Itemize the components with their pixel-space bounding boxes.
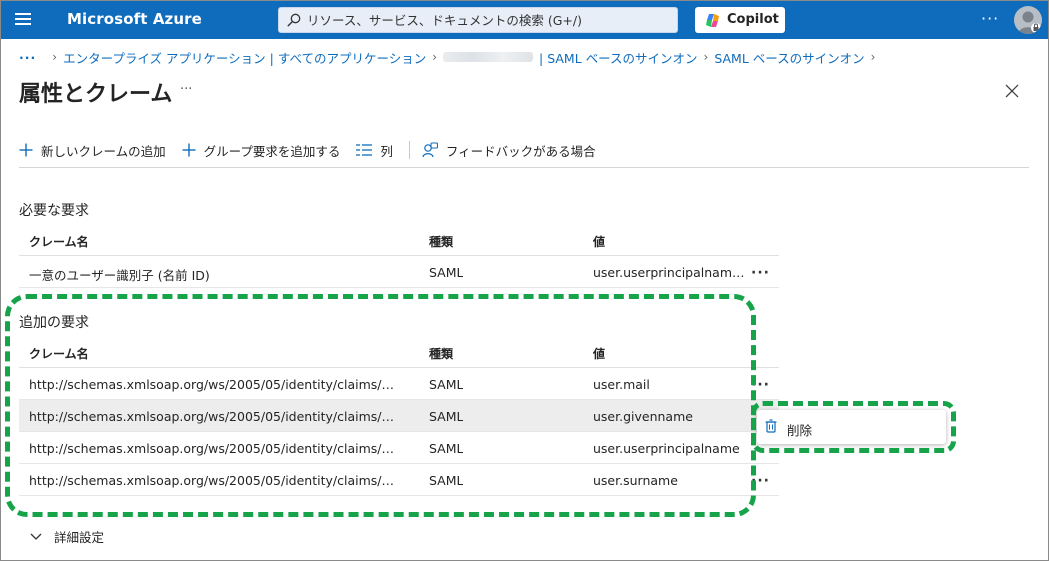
claim-value-cell: user.givenname bbox=[593, 409, 693, 424]
add-group-claim-button[interactable]: グループ要求を追加する bbox=[182, 141, 341, 160]
claim-name-cell: 一意のユーザー識別子 (名前 ID) bbox=[29, 268, 210, 283]
chevron-down-icon bbox=[30, 533, 42, 540]
title-more-button[interactable]: ··· bbox=[180, 82, 192, 97]
claim-value-cell: user.mail bbox=[593, 377, 650, 392]
header-claim-name[interactable]: クレーム名 bbox=[29, 233, 419, 250]
claim-type-cell: SAML bbox=[429, 441, 464, 456]
breadcrumb-app-saml[interactable]: | SAML ベースのサインオン bbox=[539, 48, 698, 67]
additional-claims-heading: 追加の要求 bbox=[19, 315, 89, 331]
close-icon[interactable] bbox=[1004, 83, 1020, 99]
breadcrumb-enterprise-apps[interactable]: エンタープライズ アプリケーション | すべてのアプリケーション bbox=[63, 48, 426, 67]
claim-value-cell: user.userprincipalnam… bbox=[593, 265, 745, 280]
copilot-label: Copilot bbox=[727, 12, 779, 27]
header-type[interactable]: 種類 bbox=[429, 345, 453, 362]
claim-name-cell: http://schemas.xmlsoap.org/ws/2005/05/id… bbox=[29, 441, 394, 456]
columns-button[interactable]: 列 bbox=[356, 141, 393, 160]
plus-icon bbox=[19, 143, 33, 157]
delete-menu-item[interactable]: 削除 bbox=[757, 410, 946, 444]
add-group-claim-label: グループ要求を追加する bbox=[203, 143, 341, 159]
copilot-button[interactable]: Copilot bbox=[695, 7, 785, 33]
command-bar: 新しいクレームの追加 グループ要求を追加する 列 フィードバックがある場合 bbox=[19, 138, 612, 162]
breadcrumb-saml-signon[interactable]: SAML ベースのサインオン bbox=[714, 48, 864, 67]
delete-label: 削除 bbox=[787, 423, 813, 438]
header-type[interactable]: 種類 bbox=[429, 233, 453, 250]
avatar[interactable] bbox=[1014, 6, 1042, 34]
row-context-menu: 削除 bbox=[757, 410, 946, 444]
table-row-selected[interactable]: http://schemas.xmlsoap.org/ws/2005/05/id… bbox=[19, 400, 779, 432]
copilot-icon bbox=[706, 14, 719, 27]
required-claims-heading: 必要な要求 bbox=[19, 203, 89, 219]
breadcrumb-overflow[interactable]: ··· bbox=[19, 50, 36, 65]
row-more-button[interactable]: ··· bbox=[751, 265, 770, 281]
search-input[interactable] bbox=[307, 10, 667, 30]
claim-value-cell: user.userprincipalname bbox=[593, 441, 740, 456]
claim-value-cell: user.surname bbox=[593, 473, 678, 488]
chevron-right-icon: › bbox=[703, 50, 709, 64]
row-more-button[interactable]: ··· bbox=[751, 377, 770, 393]
table-row[interactable]: 一意のユーザー識別子 (名前 ID) SAML user.userprincip… bbox=[19, 256, 779, 288]
claim-type-cell: SAML bbox=[429, 473, 464, 488]
global-search[interactable] bbox=[278, 7, 678, 33]
add-claim-button[interactable]: 新しいクレームの追加 bbox=[19, 141, 166, 160]
claim-type-cell: SAML bbox=[429, 377, 464, 392]
header-value[interactable]: 値 bbox=[593, 233, 749, 250]
page-title: 属性とクレーム bbox=[19, 82, 173, 107]
claim-name-cell: http://schemas.xmlsoap.org/ws/2005/05/id… bbox=[29, 377, 394, 392]
brand-title[interactable]: Microsoft Azure bbox=[67, 10, 202, 28]
breadcrumb: ··· › エンタープライズ アプリケーション | すべてのアプリケーション ›… bbox=[19, 48, 881, 66]
add-claim-label: 新しいクレームの追加 bbox=[41, 143, 166, 159]
redacted-app-name bbox=[443, 52, 534, 62]
claim-type-cell: SAML bbox=[429, 265, 464, 280]
table-header: クレーム名 種類 値 bbox=[19, 336, 779, 368]
plus-icon bbox=[182, 143, 196, 157]
table-header: クレーム名 種類 値 bbox=[19, 224, 779, 256]
hamburger-menu-icon[interactable] bbox=[15, 12, 31, 26]
columns-label: 列 bbox=[380, 143, 393, 159]
advanced-settings-toggle[interactable]: 詳細設定 bbox=[30, 527, 104, 546]
header-value[interactable]: 値 bbox=[593, 345, 749, 362]
required-claims-table: クレーム名 種類 値 一意のユーザー識別子 (名前 ID) SAML user.… bbox=[19, 224, 779, 288]
top-bar: Microsoft Azure Copilot ··· bbox=[1, 1, 1048, 39]
topbar-more-button[interactable]: ··· bbox=[981, 9, 999, 28]
toolbar-divider-line bbox=[19, 167, 1029, 168]
table-row[interactable]: http://schemas.xmlsoap.org/ws/2005/05/id… bbox=[19, 368, 779, 400]
chevron-right-icon: › bbox=[52, 50, 58, 64]
additional-claims-table: クレーム名 種類 値 http://schemas.xmlsoap.org/ws… bbox=[19, 336, 779, 496]
claim-type-cell: SAML bbox=[429, 409, 464, 424]
table-row[interactable]: http://schemas.xmlsoap.org/ws/2005/05/id… bbox=[19, 464, 779, 496]
claim-name-cell: http://schemas.xmlsoap.org/ws/2005/05/id… bbox=[29, 473, 394, 488]
columns-icon bbox=[356, 144, 373, 156]
toolbar-divider bbox=[408, 141, 410, 159]
table-row[interactable]: http://schemas.xmlsoap.org/ws/2005/05/id… bbox=[19, 432, 779, 464]
claim-name-cell: http://schemas.xmlsoap.org/ws/2005/05/id… bbox=[29, 409, 394, 424]
feedback-person-icon bbox=[422, 142, 438, 158]
feedback-button[interactable]: フィードバックがある場合 bbox=[422, 141, 596, 160]
chevron-right-icon: › bbox=[432, 50, 438, 64]
user-avatar-icon bbox=[1018, 11, 1041, 34]
feedback-label: フィードバックがある場合 bbox=[445, 143, 596, 159]
search-icon bbox=[287, 13, 301, 27]
trash-icon bbox=[765, 419, 777, 433]
chevron-right-icon: › bbox=[870, 50, 876, 64]
advanced-settings-label: 詳細設定 bbox=[54, 530, 105, 545]
header-claim-name[interactable]: クレーム名 bbox=[29, 345, 419, 362]
row-more-button[interactable]: ··· bbox=[751, 473, 770, 489]
